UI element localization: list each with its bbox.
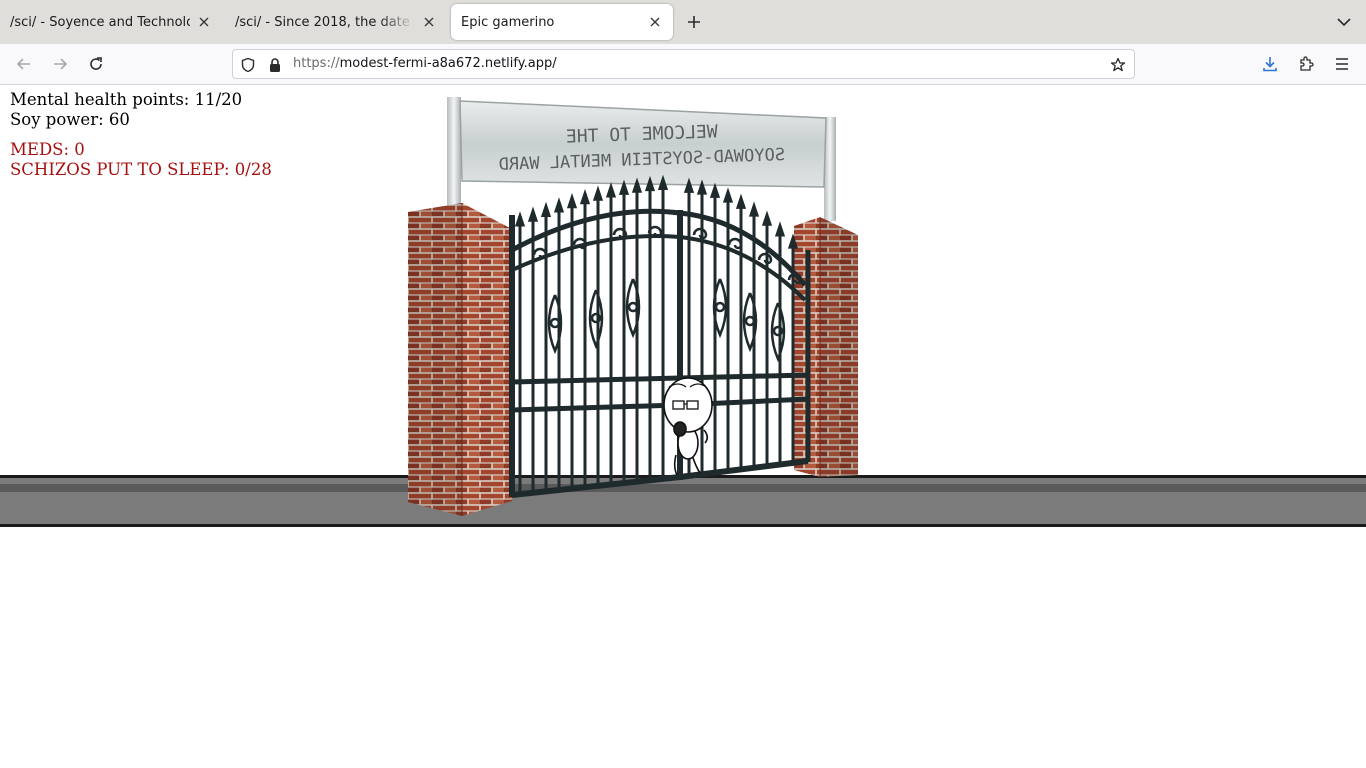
hamburger-menu-icon [1336, 58, 1348, 70]
hud: Mental health points: 11/20 Soy power: 6… [10, 90, 272, 180]
arrow-left-icon [16, 58, 30, 70]
downloads-button[interactable] [1258, 52, 1282, 76]
chevron-down-icon [1337, 18, 1351, 26]
close-icon[interactable] [196, 14, 212, 30]
list-all-tabs-button[interactable] [1334, 12, 1354, 32]
tab-title: /sci/ - Soyence and Technology [10, 14, 190, 30]
forward-button[interactable] [48, 52, 72, 76]
app-menu-button[interactable] [1330, 52, 1354, 76]
back-button[interactable] [12, 52, 36, 76]
iron-gate [509, 174, 811, 498]
url-text[interactable]: https://modest-fermi-a8a672.netlify.app/ [293, 56, 557, 71]
game-canvas[interactable]: WELCOME TO THE SOYOWAD-SOYSTEIN MENTAL W… [0, 85, 1366, 768]
shield-icon[interactable] [239, 56, 257, 74]
plus-icon [688, 16, 700, 28]
brick-pillar-left [408, 203, 512, 516]
extensions-button[interactable] [1294, 52, 1318, 76]
mental-ward-gate-scene: WELCOME TO THE SOYOWAD-SOYSTEIN MENTAL W… [408, 97, 858, 516]
new-tab-button[interactable] [682, 10, 706, 34]
tab-sci-soyence[interactable]: /sci/ - Soyence and Technology [0, 4, 222, 40]
sign-post-left [447, 97, 461, 209]
lock-icon[interactable] [266, 56, 284, 74]
brick-pillar-right [794, 217, 858, 477]
navigation-toolbar: https://modest-fermi-a8a672.netlify.app/ [0, 44, 1366, 85]
tab-strip: /sci/ - Soyence and Technology /sci/ - S… [0, 0, 1366, 44]
tab-epic-gamerino[interactable]: Epic gamerino [451, 4, 673, 40]
tab-sci-since-2018[interactable]: /sci/ - Since 2018, the date of cr [225, 4, 447, 40]
arrow-right-icon [54, 58, 68, 70]
bookmark-star-icon[interactable] [1109, 56, 1127, 74]
url-bar[interactable]: https://modest-fermi-a8a672.netlify.app/ [232, 49, 1135, 79]
schizos-counter: SCHIZOS PUT TO SLEEP: 0/28 [10, 160, 272, 179]
close-icon[interactable] [421, 14, 437, 30]
tab-title: /sci/ - Since 2018, the date of cr [235, 14, 415, 30]
tab-title: Epic gamerino [461, 14, 555, 30]
soy-power: Soy power: 60 [10, 110, 130, 129]
download-icon [1263, 57, 1277, 72]
puzzle-icon [1300, 56, 1314, 71]
reload-icon [90, 57, 102, 70]
reload-button[interactable] [84, 52, 108, 76]
close-icon[interactable] [647, 14, 663, 30]
meds-counter: MEDS: 0 [10, 140, 85, 159]
mental-health-points: Mental health points: 11/20 [10, 90, 243, 109]
